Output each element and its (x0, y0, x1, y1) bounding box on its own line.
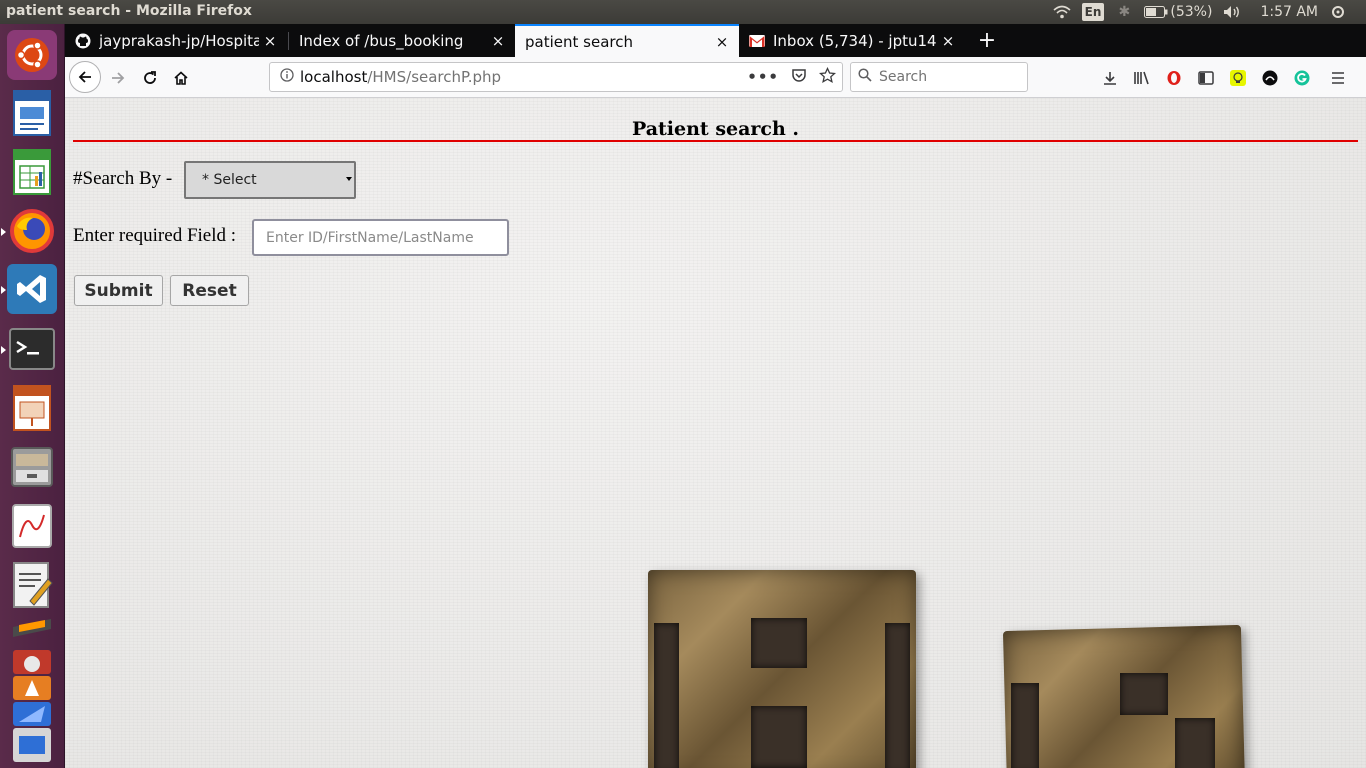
home-icon (174, 71, 188, 85)
tab-close-button[interactable]: × (259, 32, 281, 50)
libreoffice-impress-launcher[interactable] (7, 383, 57, 433)
vscode-icon (17, 275, 46, 303)
running-indicator (1, 286, 6, 294)
tab-github[interactable]: jayprakash-jp/Hospital-M × (65, 24, 287, 57)
page-title: Patient search . (631, 118, 800, 140)
tab-label: jayprakash-jp/Hospital-M (99, 31, 259, 50)
opera-vpn-extension-icon[interactable] (1165, 69, 1183, 87)
reload-button[interactable] (135, 63, 165, 93)
search-placeholder: Search (879, 69, 928, 85)
ubuntu-logo-icon (15, 38, 49, 72)
reload-icon (144, 71, 156, 84)
tab-close-button[interactable]: × (937, 32, 959, 50)
toolbar-buttons (1101, 64, 1347, 92)
page-content: Patient search . #Search By - * Select E… (65, 98, 1366, 768)
search-icon (851, 68, 879, 86)
system-indicators: En ✱ (53%) 1:57 AM (1052, 0, 1366, 24)
firefox-launcher[interactable] (7, 206, 57, 256)
home-button[interactable] (166, 63, 196, 93)
dark-reader-extension-icon[interactable] (1261, 69, 1279, 87)
page-info-icon[interactable] (274, 68, 300, 86)
back-button[interactable] (69, 61, 101, 93)
bookmark-star-icon[interactable] (818, 66, 837, 88)
volume-icon[interactable] (1222, 4, 1242, 20)
required-field-label: Enter required Field : (73, 225, 237, 246)
forward-button[interactable] (103, 63, 133, 93)
libreoffice-calc-launcher[interactable] (7, 147, 57, 197)
library-icon[interactable] (1133, 69, 1151, 87)
battery-icon (1144, 6, 1168, 18)
sublime-text-launcher[interactable] (7, 616, 57, 648)
submit-button[interactable]: Submit (74, 275, 163, 306)
text-editor-launcher[interactable] (7, 560, 57, 610)
tab-bus-booking[interactable]: Index of /bus_booking × (289, 24, 515, 57)
power-gear-icon[interactable] (1328, 4, 1348, 20)
files-launcher[interactable] (7, 442, 57, 492)
tab-strip: jayprakash-jp/Hospital-M × Index of /bus… (65, 24, 1366, 57)
running-indicator (1, 346, 6, 354)
new-tab-button[interactable]: + (971, 24, 1003, 57)
vscode-launcher[interactable] (7, 264, 57, 314)
url-bar-actions: ••• (747, 63, 837, 91)
tab-patient-search[interactable]: patient search × (515, 24, 739, 57)
page-actions-menu-icon[interactable]: ••• (747, 68, 779, 86)
running-indicator (1, 228, 6, 236)
libreoffice-writer-launcher[interactable] (7, 88, 57, 138)
tab-gmail-inbox[interactable]: Inbox (5,734) - jptu143@ × (739, 24, 965, 57)
tab-label: Inbox (5,734) - jptu143@ (773, 31, 937, 50)
heading-divider (73, 140, 1358, 142)
wifi-icon[interactable] (1052, 4, 1072, 20)
bluetooth-icon[interactable]: ✱ (1114, 4, 1134, 20)
url-path: /HMS/searchP.php (367, 68, 502, 86)
search-by-label: #Search By - (73, 168, 173, 189)
tab-label: patient search (525, 32, 633, 51)
navigation-toolbar: localhost /HMS/searchP.php ••• Search (65, 57, 1366, 98)
sidebar-icon[interactable] (1197, 69, 1215, 87)
lightbulb-extension-icon[interactable] (1229, 69, 1247, 87)
tab-close-button[interactable]: × (487, 32, 509, 50)
firefox-icon (10, 209, 54, 253)
search-by-selected-value: * Select (202, 172, 257, 188)
pocket-icon[interactable] (791, 67, 807, 87)
file-cabinet-icon (11, 447, 53, 487)
downloads-icon[interactable] (1101, 69, 1119, 87)
firefox-window: jayprakash-jp/Hospital-M × Index of /bus… (65, 24, 1366, 768)
gmail-icon (749, 33, 765, 49)
writer-document-icon (13, 90, 51, 136)
hamburger-menu-icon[interactable] (1329, 69, 1347, 87)
clock[interactable]: 1:57 AM (1260, 4, 1318, 20)
system-top-panel: patient search - Mozilla Firefox En ✱ (5… (0, 0, 1366, 24)
launcher-overflow-stack[interactable] (7, 648, 57, 768)
url-bar[interactable]: localhost /HMS/searchP.php ••• (269, 62, 843, 92)
reset-button[interactable]: Reset (170, 275, 249, 306)
grammarly-extension-icon[interactable] (1293, 69, 1311, 87)
keyboard-language-indicator[interactable]: En (1081, 3, 1105, 21)
back-arrow-icon (78, 71, 91, 83)
tab-close-button[interactable]: × (711, 33, 733, 51)
calc-spreadsheet-icon (13, 149, 51, 195)
dropdown-arrow-icon (346, 177, 352, 181)
stacked-apps-icon (13, 650, 51, 762)
github-icon (75, 33, 91, 49)
web-search-bar[interactable]: Search (850, 62, 1028, 92)
battery-percent: (53%) (1170, 4, 1213, 20)
document-viewer-launcher[interactable] (7, 501, 57, 551)
search-field-input[interactable] (252, 219, 509, 256)
tab-label: Index of /bus_booking (299, 31, 464, 50)
forward-arrow-icon (112, 72, 125, 84)
window-title: patient search - Mozilla Firefox (6, 3, 252, 19)
terminal-launcher[interactable] (7, 324, 57, 374)
sublime-icon (13, 619, 51, 637)
pdf-viewer-icon (12, 504, 52, 548)
impress-presentation-icon (13, 385, 51, 431)
ubuntu-dash-button[interactable] (7, 30, 57, 80)
url-host: localhost (300, 68, 368, 86)
battery-indicator[interactable]: (53%) (1144, 4, 1212, 20)
terminal-icon (9, 328, 55, 370)
unity-launcher (0, 24, 65, 768)
search-by-select[interactable]: * Select (184, 161, 356, 199)
text-editor-icon (13, 562, 53, 608)
